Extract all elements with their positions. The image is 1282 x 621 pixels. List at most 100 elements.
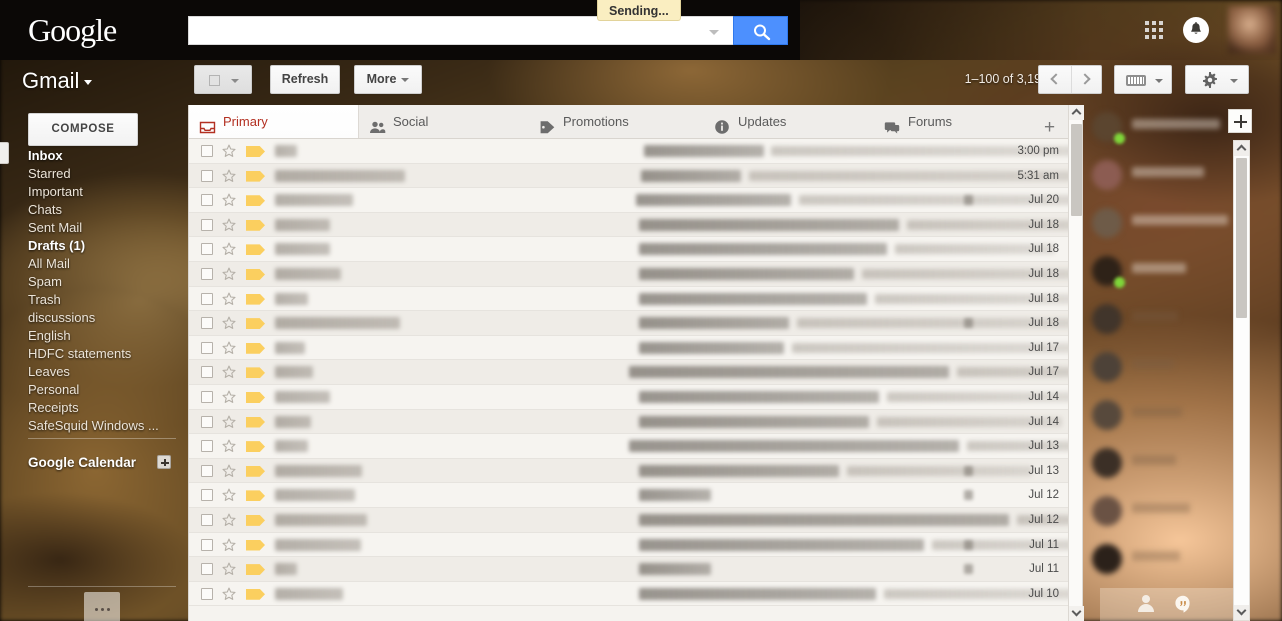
email-row[interactable]: Jul 14 [189, 409, 1069, 435]
next-page-button[interactable] [1071, 66, 1103, 93]
select-all-button[interactable] [194, 65, 252, 94]
hangouts-icon[interactable] [1174, 595, 1192, 613]
label-tag-icon[interactable] [246, 441, 265, 453]
refresh-button[interactable]: Refresh [270, 65, 340, 94]
star-outline-icon[interactable] [222, 390, 236, 409]
chat-contact[interactable] [1090, 201, 1232, 249]
search-options-icon[interactable] [693, 16, 733, 45]
tab-social[interactable]: Social [359, 105, 529, 139]
row-checkbox[interactable] [201, 194, 213, 207]
mail-list-scrollbar[interactable] [1068, 105, 1084, 621]
sidebar-item-english[interactable]: English [28, 327, 178, 345]
new-conversation-button[interactable] [1228, 109, 1252, 133]
email-row[interactable]: Jul 18 [189, 286, 1069, 312]
chat-contact[interactable] [1090, 153, 1232, 201]
row-checkbox[interactable] [201, 415, 213, 428]
star-outline-icon[interactable] [222, 316, 236, 335]
star-outline-icon[interactable] [222, 193, 236, 212]
email-row[interactable]: Jul 17 [189, 335, 1069, 361]
star-outline-icon[interactable] [222, 218, 236, 237]
chat-contact[interactable] [1090, 393, 1232, 441]
row-checkbox[interactable] [201, 489, 213, 502]
chat-contact[interactable] [1090, 345, 1232, 393]
email-row[interactable]: Jul 17 [189, 360, 1069, 385]
label-tag-icon[interactable] [246, 195, 265, 207]
chat-contact[interactable] [1090, 537, 1232, 585]
settings-button[interactable] [1185, 65, 1249, 94]
star-outline-icon[interactable] [222, 439, 236, 458]
row-checkbox[interactable] [201, 243, 213, 256]
email-row[interactable]: 3:00 pm [189, 139, 1069, 164]
tab-promotions[interactable]: Promotions [529, 105, 704, 139]
notifications-button[interactable] [1183, 17, 1209, 43]
chat-contact[interactable] [1090, 105, 1232, 153]
sidebar-item-chats[interactable]: Chats [28, 201, 178, 219]
label-tag-icon[interactable] [246, 367, 265, 379]
add-tab-button[interactable]: + [1044, 117, 1055, 139]
label-tag-icon[interactable] [246, 514, 265, 526]
star-outline-icon[interactable] [222, 538, 236, 557]
label-tag-icon[interactable] [246, 219, 265, 231]
sidebar-item-discussions[interactable]: discussions [28, 309, 178, 327]
sidebar-item-leaves[interactable]: Leaves [28, 363, 178, 381]
scroll-down-button[interactable] [1069, 606, 1084, 621]
row-checkbox[interactable] [201, 292, 213, 305]
row-checkbox[interactable] [201, 366, 213, 379]
row-checkbox[interactable] [201, 464, 213, 477]
google-logo[interactable]: Google [28, 13, 117, 47]
scrollbar-thumb[interactable] [1071, 124, 1082, 216]
email-row[interactable]: Jul 18 [189, 212, 1069, 238]
label-tag-icon[interactable] [246, 244, 265, 256]
chat-contact[interactable] [1090, 297, 1232, 345]
star-outline-icon[interactable] [222, 267, 236, 286]
email-row[interactable]: Jul 13 [189, 434, 1069, 459]
sidebar-item-receipts[interactable]: Receipts [28, 399, 178, 417]
row-checkbox[interactable] [201, 341, 213, 354]
sidebar-item-spam[interactable]: Spam [28, 273, 178, 291]
label-tag-icon[interactable] [246, 588, 265, 600]
row-checkbox[interactable] [201, 587, 213, 600]
label-tag-icon[interactable] [246, 490, 265, 502]
label-tag-icon[interactable] [246, 268, 265, 280]
sidebar-item-hdfc-statements[interactable]: HDFC statements [28, 345, 178, 363]
avatar[interactable] [1228, 6, 1276, 54]
email-row[interactable]: 5:31 am [189, 163, 1069, 189]
star-outline-icon[interactable] [222, 562, 236, 581]
star-outline-icon[interactable] [222, 341, 236, 360]
row-checkbox[interactable] [201, 218, 213, 231]
sidebar-item-google-calendar[interactable]: Google Calendar [28, 455, 136, 470]
search-button[interactable] [733, 16, 788, 45]
scroll-down-button[interactable] [1234, 605, 1249, 620]
star-outline-icon[interactable] [222, 169, 236, 188]
chat-contact[interactable] [1090, 441, 1232, 489]
star-outline-icon[interactable] [222, 488, 236, 507]
prev-page-button[interactable] [1039, 66, 1071, 93]
row-checkbox[interactable] [201, 513, 213, 526]
sidebar-collapse-handle[interactable] [0, 142, 9, 164]
star-outline-icon[interactable] [222, 144, 236, 163]
email-row[interactable]: Jul 11 [189, 557, 1069, 582]
gmail-logo[interactable]: Gmail [22, 68, 93, 94]
label-tag-icon[interactable] [246, 170, 265, 182]
sidebar-item-drafts-1[interactable]: Drafts (1) [28, 237, 178, 255]
apps-grid-icon[interactable] [1145, 21, 1163, 39]
label-tag-icon[interactable] [246, 318, 265, 330]
row-checkbox[interactable] [201, 267, 213, 280]
row-checkbox[interactable] [201, 563, 213, 576]
person-icon[interactable] [1138, 595, 1154, 612]
sidebar-item-important[interactable]: Important [28, 183, 178, 201]
row-checkbox[interactable] [201, 145, 213, 157]
email-row[interactable]: Jul 18 [189, 311, 1069, 336]
star-outline-icon[interactable] [222, 292, 236, 311]
row-checkbox[interactable] [201, 390, 213, 403]
sidebar-item-trash[interactable]: Trash [28, 291, 178, 309]
email-row[interactable]: Jul 12 [189, 483, 1069, 508]
sidebar-item-inbox[interactable]: Inbox [28, 147, 178, 165]
star-outline-icon[interactable] [222, 464, 236, 483]
chat-contact[interactable] [1090, 249, 1232, 297]
sidebar-item-starred[interactable]: Starred [28, 165, 178, 183]
email-row[interactable]: Jul 11 [189, 532, 1069, 558]
chat-contact[interactable] [1090, 489, 1232, 537]
email-row[interactable]: Jul 20 [189, 188, 1069, 213]
tab-primary[interactable]: Primary [189, 105, 359, 139]
